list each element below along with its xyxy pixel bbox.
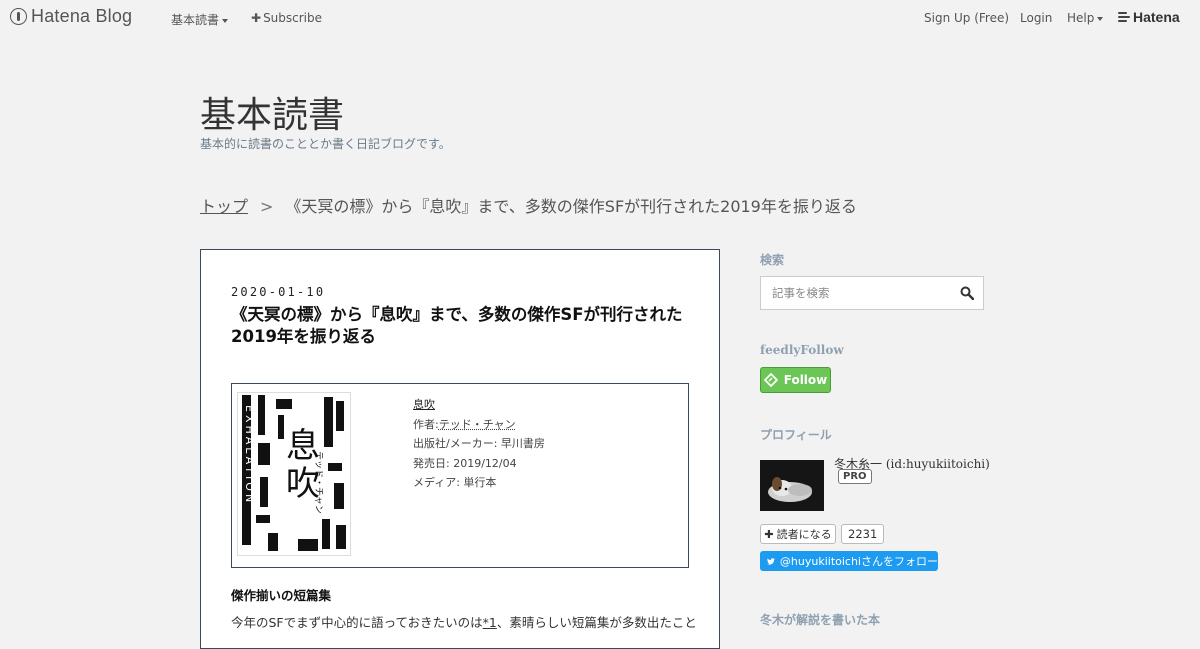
book-cover-image[interactable]: 息 吹 EXHALATION テッド・チャン — [237, 392, 351, 556]
hatena-logo[interactable]: Hatena — [1118, 9, 1180, 25]
article-date[interactable]: 2020-01-10 — [231, 285, 325, 299]
breadcrumb-top-link[interactable]: トップ — [200, 197, 248, 216]
subscribe-button[interactable]: ✚ Subscribe — [251, 11, 322, 25]
book-media: メディア: 単行本 — [413, 476, 497, 489]
avatar-dog-image — [760, 460, 824, 511]
book-author-row: 作者:テッド・チャン — [413, 415, 545, 435]
reader-button-label: 読者になる — [776, 528, 832, 541]
feedly-follow-button[interactable]: Follow — [760, 367, 831, 393]
blog-menu[interactable]: 基本読書 — [171, 11, 229, 28]
cover-author: テッド・チャン — [313, 451, 324, 514]
hatena-blog-logo-icon — [10, 8, 27, 25]
pro-badge: PRO — [838, 469, 872, 484]
feedly-icon — [763, 373, 778, 387]
article-section-heading: 傑作揃いの短篇集 — [231, 588, 332, 603]
book-release-date: 発売日: 2019/12/04 — [413, 456, 517, 470]
subscribe-reader-button[interactable]: ✚ 読者になる — [760, 524, 836, 544]
hatena-label: Hatena — [1133, 9, 1180, 25]
book-cover-art: 息 吹 EXHALATION テッド・チャン — [238, 393, 350, 555]
reader-count: 2231 — [841, 524, 885, 544]
blog-title[interactable]: 基本読書 — [200, 86, 344, 138]
help-label: Help — [1067, 11, 1095, 25]
avatar[interactable] — [760, 460, 824, 511]
book-author-link[interactable]: テッド・チャン — [439, 418, 516, 431]
paragraph-text-start: 今年のSFでまず中心的に語っておきたいのは — [231, 615, 483, 630]
cover-latin-title: EXHALATION — [243, 405, 256, 505]
book-title-link[interactable]: 息吹 — [413, 395, 545, 415]
plus-icon: ✚ — [764, 527, 774, 541]
books-heading: 冬木が解説を書いた本 — [760, 613, 881, 627]
blog-description: 基本的に読書のこととか書く日記ブログです。 — [200, 137, 451, 151]
book-publisher: 出版社/メーカー: 早川書房 — [413, 437, 545, 450]
article-paragraph: 今年のSFでまず中心的に語っておきたいのは*1、素晴らしい短篇集が多数出たこと — [231, 612, 701, 631]
search-input[interactable] — [761, 277, 962, 309]
hatena-logo-icon — [1118, 12, 1130, 22]
profile-heading: プロフィール — [760, 428, 832, 442]
hatena-blog-brand: Hatena Blog — [31, 6, 133, 26]
search-icon[interactable] — [960, 286, 974, 300]
search-box — [760, 276, 984, 310]
book-info: 息吹 作者:テッド・チャン 出版社/メーカー: 早川書房 発売日: 2019/1… — [413, 395, 545, 493]
blog-menu-label: 基本読書 — [171, 13, 220, 27]
chevron-down-icon — [1097, 16, 1104, 21]
breadcrumb: トップ > 《天冥の標》から『息吹』まで、多数の傑作SFが刊行された2019年を振り… — [200, 193, 857, 217]
breadcrumb-separator: > — [260, 197, 274, 216]
article-title[interactable]: 《天冥の標》から『息吹』まで、多数の傑作SFが刊行された2019年を振り返る — [231, 304, 691, 348]
plus-icon: ✚ — [251, 11, 262, 25]
twitter-follow-button[interactable]: @huyukiitoichiさんをフォロー — [760, 551, 938, 571]
book-author-prefix: 作者: — [413, 417, 439, 431]
footnote-link[interactable]: *1 — [483, 615, 497, 630]
article: 2020-01-10 《天冥の標》から『息吹』まで、多数の傑作SFが刊行された2… — [200, 249, 720, 649]
breadcrumb-current: 《天冥の標》から『息吹』まで、多数の傑作SFが刊行された2019年を振り返る — [285, 197, 857, 216]
login-link[interactable]: Login — [1020, 11, 1052, 25]
global-header: Hatena Blog 基本読書 ✚ Subscribe Sign Up (Fre… — [0, 0, 1200, 36]
book-card: 息 吹 EXHALATION テッド・チャン 息吹 作者:テッド・チャン 出版社… — [231, 383, 689, 568]
search-heading: 検索 — [760, 253, 785, 267]
feedly-follow-label: Follow — [783, 373, 828, 387]
feedly-heading: feedlyFollow — [760, 343, 844, 357]
subscribe-label: Subscribe — [263, 11, 323, 25]
twitter-follow-label: @huyukiitoichiさんをフォロー — [779, 555, 938, 568]
signup-link[interactable]: Sign Up (Free) — [924, 11, 1009, 25]
hatena-blog-logo[interactable]: Hatena Blog — [10, 6, 132, 27]
paragraph-text-end: 、素晴らしい短篇集が多数出たこと — [496, 615, 697, 630]
help-menu[interactable]: Help — [1067, 11, 1104, 25]
chevron-down-icon — [222, 18, 229, 23]
twitter-bird-icon — [767, 557, 775, 565]
